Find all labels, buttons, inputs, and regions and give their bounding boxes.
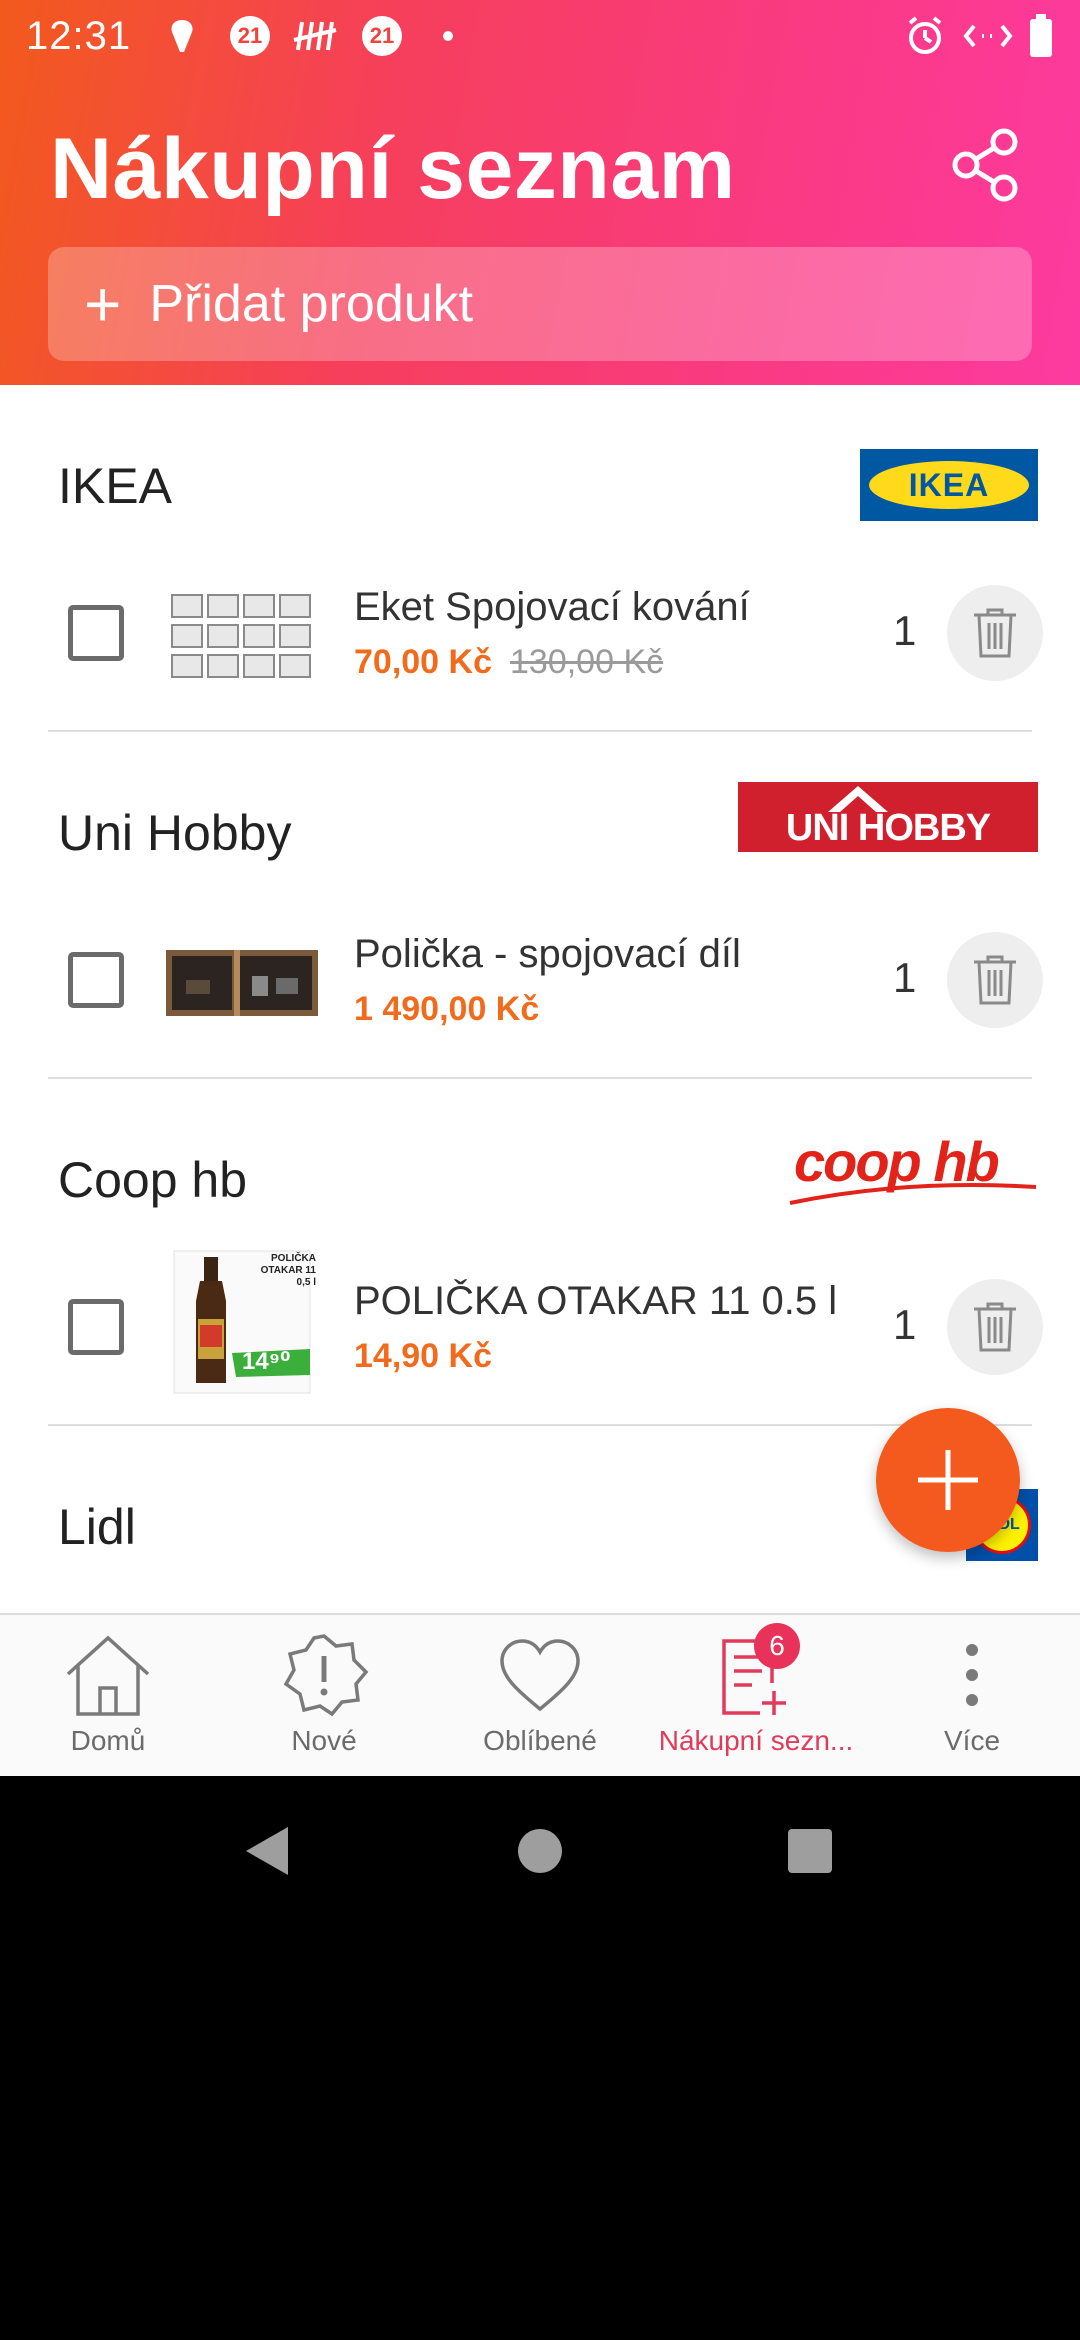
store-name: Lidl: [58, 1499, 136, 1555]
item-prices: 70,00 Kč 130,00 Kč: [354, 643, 663, 682]
item-checkbox[interactable]: [68, 1299, 124, 1355]
product-thumbnail: [166, 922, 318, 1042]
item-checkbox[interactable]: [68, 605, 124, 661]
nav-favorites[interactable]: Oblíbené: [432, 1615, 648, 1778]
data-sync-icon: [962, 14, 1014, 58]
bottom-navigation: Domů Nové Oblíbené 6 Nákupní sezn... Víc…: [0, 1613, 1080, 1776]
header: 12:31 21 21 Nákupní seznam + Přidat prod…: [0, 0, 1080, 385]
trash-icon: [974, 608, 1016, 658]
item-quantity[interactable]: 1: [893, 1301, 916, 1349]
store-name: Coop hb: [58, 1152, 248, 1208]
nav-shopping-list[interactable]: 6 Nákupní sezn...: [648, 1615, 864, 1778]
add-product-input[interactable]: + Přidat produkt: [48, 247, 1032, 361]
share-button[interactable]: [940, 120, 1030, 210]
status-bar: 12:31 21 21: [0, 0, 1080, 75]
status-time: 12:31: [26, 14, 132, 58]
more-icon: [922, 1629, 1022, 1721]
trash-icon: [974, 955, 1016, 1005]
new-icon: [274, 1629, 374, 1721]
nav-new[interactable]: Nové: [216, 1615, 432, 1778]
item-prices: 1 490,00 Kč: [354, 990, 539, 1029]
item-quantity[interactable]: 1: [893, 607, 916, 655]
heart-icon: [490, 1629, 590, 1721]
app-screen: 12:31 21 21 Nákupní seznam + Přidat prod…: [0, 0, 1080, 2340]
product-thumbnail: [166, 575, 318, 695]
nav-label: Domů: [70, 1725, 146, 1756]
nav-more[interactable]: Více: [864, 1615, 1080, 1778]
nav-label: Oblíbené: [483, 1725, 597, 1756]
back-icon[interactable]: [232, 1816, 302, 1886]
item-checkbox[interactable]: [68, 952, 124, 1008]
item-name: POLIČKA OTAKAR 11 0.5 l: [354, 1279, 838, 1323]
item-name: Eket Spojovací kování: [354, 585, 750, 629]
home-button-icon[interactable]: [505, 1816, 575, 1886]
dot-icon: [443, 14, 453, 58]
home-icon: [58, 1629, 158, 1721]
list-item: Eket Spojovací kování 70,00 Kč 130,00 Kč …: [0, 565, 1080, 705]
notification-badge-icon: 21: [362, 14, 402, 58]
list-item: POLIČKA OTAKAR 11 0,5 l 14⁹⁰ POLIČKA OTA…: [0, 1250, 1080, 1399]
share-icon: [952, 128, 1018, 202]
plus-icon: +: [84, 268, 122, 340]
uni-hobby-logo: UNI HOBBY: [738, 782, 1038, 852]
delete-button[interactable]: [947, 585, 1043, 681]
item-prices: 14,90 Kč: [354, 1337, 492, 1376]
trash-icon: [974, 1302, 1016, 1352]
shopping-list-icon: 6: [706, 1623, 806, 1721]
tally-icon: [292, 14, 338, 58]
item-price: 14,90 Kč: [354, 1337, 492, 1375]
system-navigation-bar: [0, 1776, 1080, 1926]
store-section-uni-hobby: Uni Hobby UNI HOBBY Polička - spojovací …: [0, 732, 1080, 1079]
item-name: Polička - spojovací díl: [354, 932, 741, 976]
store-section-coop-hb: Coop hb coop hb POLIČKA OTAKAR 11 0,5 l …: [0, 1079, 1080, 1426]
store-section-ikea: IKEA IKEA Eket Spojovací kování 70,00 Kč…: [0, 385, 1080, 732]
nav-label: Nákupní sezn...: [658, 1725, 854, 1756]
store-name: IKEA: [58, 458, 172, 514]
add-fab-button[interactable]: [876, 1408, 1020, 1552]
delete-button[interactable]: [947, 932, 1043, 1028]
page-title: Nákupní seznam: [50, 121, 736, 217]
plus-icon: [918, 1450, 978, 1510]
ikea-logo: IKEA: [860, 449, 1038, 521]
item-quantity[interactable]: 1: [893, 954, 916, 1002]
coop-hb-logo: coop hb: [786, 1125, 1038, 1215]
nav-label: Více: [943, 1725, 1001, 1756]
add-product-label: Přidat produkt: [149, 275, 474, 333]
battery-icon: [1028, 14, 1054, 58]
notification-badge-icon: 21: [230, 14, 270, 58]
item-price: 1 490,00 Kč: [354, 990, 540, 1028]
product-thumbnail: POLIČKA OTAKAR 11 0,5 l 14⁹⁰: [166, 1247, 318, 1397]
ice-cream-icon: [162, 14, 202, 58]
notification-count-badge: 6: [754, 1623, 800, 1669]
recents-icon[interactable]: [775, 1816, 845, 1886]
item-old-price: 130,00 Kč: [510, 643, 664, 681]
item-price: 70,00 Kč: [354, 643, 492, 681]
alarm-icon: [904, 14, 946, 58]
nav-home[interactable]: Domů: [0, 1615, 216, 1778]
delete-button[interactable]: [947, 1279, 1043, 1375]
nav-label: Nové: [291, 1725, 357, 1756]
list-item: Polička - spojovací díl 1 490,00 Kč 1: [0, 912, 1080, 1052]
store-name: Uni Hobby: [58, 805, 292, 861]
